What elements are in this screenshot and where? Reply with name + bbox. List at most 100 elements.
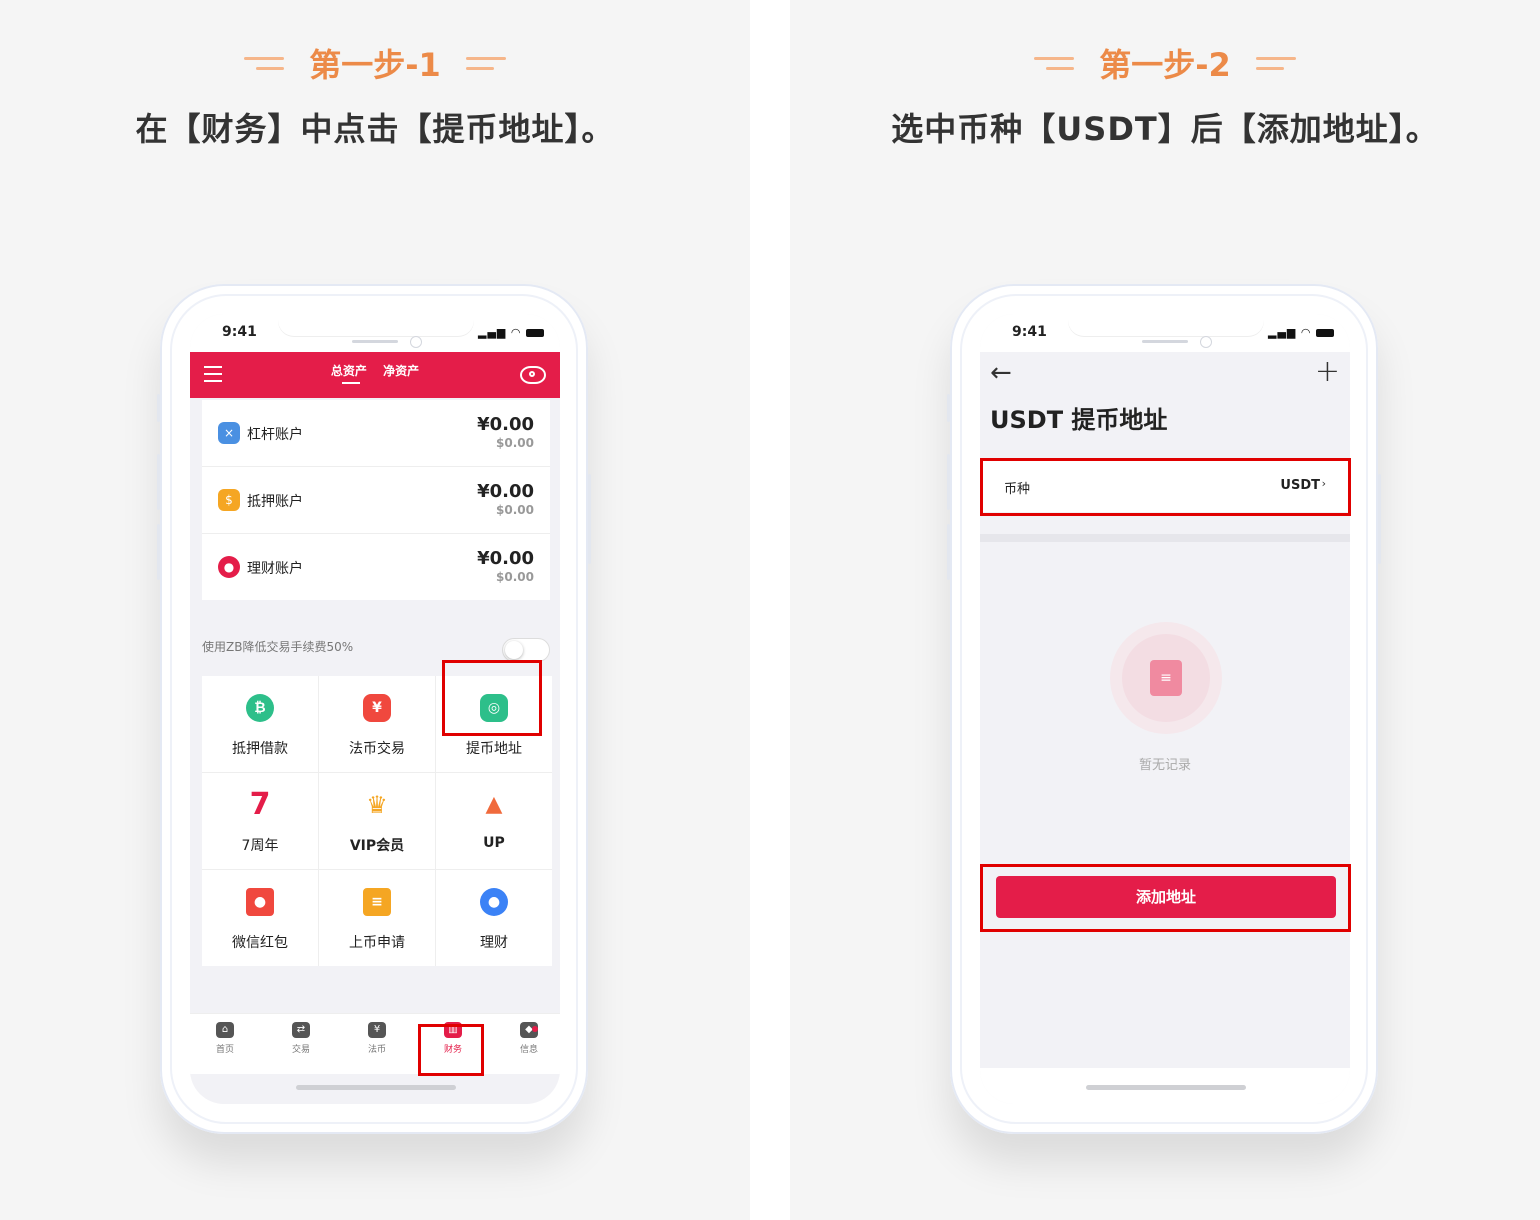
grid-item-label: 提币地址 xyxy=(466,741,522,757)
piggy-bank-icon: ● xyxy=(218,556,240,578)
grid-item-vip[interactable]: ♛ VIP会员 xyxy=(319,773,435,869)
empty-state-illustration: ≡ xyxy=(1110,622,1222,734)
highlight-finance-tab xyxy=(418,1024,484,1076)
highlight-withdraw-address xyxy=(442,660,542,736)
red-packet-icon: ● xyxy=(246,888,274,916)
bottom-tab-bar: ⌂ 首页 ⇄ 交易 ¥ 法币 ▥ 财务 ◆ 信息 xyxy=(190,1013,560,1074)
account-cny: ¥0.00 xyxy=(477,414,534,435)
anniversary-icon: 7 xyxy=(249,787,271,822)
highlight-coin-row xyxy=(980,458,1351,516)
decor-lines-icon xyxy=(465,51,506,75)
tab-label: 首页 xyxy=(215,1045,234,1055)
tab-underline xyxy=(342,382,360,384)
signal-wifi-battery-icon: ▂▄▆ ◠ xyxy=(478,326,544,339)
nav-header: ← + USDT 提币地址 xyxy=(980,352,1350,452)
grid-item-label: 理财 xyxy=(480,935,508,951)
tab-info[interactable]: ◆ 信息 xyxy=(504,1022,554,1055)
section-divider xyxy=(980,534,1350,542)
phone-side-button xyxy=(947,454,950,510)
grid-item-wealth[interactable]: ● 理财 xyxy=(436,870,552,966)
tab-trade[interactable]: ⇄ 交易 xyxy=(276,1022,326,1055)
grid-item-up[interactable]: ▲ UP xyxy=(436,773,552,869)
vip-crown-icon: ♛ xyxy=(366,791,388,819)
collateral-icon: $ xyxy=(218,489,240,511)
step1-header: 第一步-1 xyxy=(0,40,750,90)
step2-title: 第一步-2 xyxy=(1099,46,1231,84)
grid-item-label: 7周年 xyxy=(241,838,279,854)
tab-home[interactable]: ⌂ 首页 xyxy=(200,1022,250,1055)
account-row-collateral[interactable]: $ 抵押账户 ¥0.00 $0.00 xyxy=(202,467,550,534)
assets-header-bar: 总资产 净资产 xyxy=(190,352,560,398)
status-time: 9:41 xyxy=(1012,324,1047,340)
phone-side-button xyxy=(157,524,160,580)
grid-item-label: 上币申请 xyxy=(349,935,405,951)
tab-net-assets[interactable]: 净资产 xyxy=(383,364,419,378)
step1-title: 第一步-1 xyxy=(309,46,441,84)
step2-header: 第一步-2 xyxy=(790,40,1540,90)
account-cny: ¥0.00 xyxy=(477,548,534,569)
phone-side-button xyxy=(157,454,160,510)
trade-icon: ⇄ xyxy=(292,1022,310,1038)
grid-item-loan[interactable]: ₿ 抵押借款 xyxy=(202,676,318,772)
zb-fee-text: 使用ZB降低交易手续费50% xyxy=(202,640,354,654)
home-icon: ⌂ xyxy=(216,1022,234,1038)
camera xyxy=(1200,336,1212,348)
speaker xyxy=(352,340,398,343)
signal-wifi-battery-icon: ▂▄▆ ◠ xyxy=(1268,326,1334,339)
highlight-add-address xyxy=(980,864,1351,932)
grid-item-label: 法币交易 xyxy=(349,741,405,757)
grid-item-label: UP xyxy=(483,835,505,851)
grid-item-fiat-trade[interactable]: ¥ 法币交易 xyxy=(319,676,435,772)
phone-side-button xyxy=(588,474,591,564)
step1-description: 在【财务】中点击【提币地址】。 xyxy=(135,110,615,148)
grid-item-listing-apply[interactable]: ≡ 上币申请 xyxy=(319,870,435,966)
step1-panel: 第一步-1 在【财务】中点击【提币地址】。 9:41 ▂▄▆ ◠ 总资产 净资产 xyxy=(0,0,750,1220)
account-list: × 杠杆账户 ¥0.00 $0.00 $ 抵押账户 ¥0.00 $0.00 ● … xyxy=(202,400,550,600)
fiat-icon: ¥ xyxy=(368,1022,386,1038)
notch xyxy=(1068,314,1264,336)
phone-side-button xyxy=(947,524,950,580)
zb-fee-row: 使用ZB降低交易手续费50% xyxy=(202,638,550,662)
listing-apply-icon: ≡ xyxy=(363,888,391,916)
account-name: 理财账户 xyxy=(247,561,303,577)
account-usd: $0.00 xyxy=(496,503,534,517)
grid-item-label: VIP会员 xyxy=(349,838,405,854)
tab-total-assets[interactable]: 总资产 xyxy=(331,364,367,378)
zb-fee-toggle[interactable] xyxy=(502,638,550,662)
grid-item-anniversary[interactable]: 7 7周年 xyxy=(202,773,318,869)
camera xyxy=(410,336,422,348)
phone-mockup-2: 9:41 ▂▄▆ ◠ ← + USDT 提币地址 币种 USDT › ≡ 暂无记… xyxy=(947,284,1381,1134)
notification-dot xyxy=(532,1026,538,1032)
tab-label: 交易 xyxy=(291,1045,310,1055)
leverage-icon: × xyxy=(218,422,240,444)
tab-fiat[interactable]: ¥ 法币 xyxy=(352,1022,402,1055)
page-title: USDT 提币地址 xyxy=(990,406,1168,434)
home-indicator xyxy=(296,1085,456,1090)
decor-lines-icon xyxy=(1034,51,1075,75)
tab-label: 信息 xyxy=(519,1045,538,1055)
plus-icon[interactable]: + xyxy=(1315,354,1340,389)
account-usd: $0.00 xyxy=(496,570,534,584)
wealth-icon: ● xyxy=(480,888,508,916)
home-indicator xyxy=(1086,1085,1246,1090)
account-row-leverage[interactable]: × 杠杆账户 ¥0.00 $0.00 xyxy=(202,400,550,467)
grid-item-label: 微信红包 xyxy=(232,935,288,951)
step2-description: 选中币种【USDT】后【添加地址】。 xyxy=(891,110,1439,148)
eye-icon[interactable] xyxy=(520,366,546,384)
phone-screen: 9:41 ▂▄▆ ◠ ← + USDT 提币地址 币种 USDT › ≡ 暂无记… xyxy=(980,314,1350,1104)
account-row-wealth[interactable]: ● 理财账户 ¥0.00 $0.00 xyxy=(202,534,550,600)
status-time: 9:41 xyxy=(222,324,257,340)
grid-item-red-packet[interactable]: ● 微信红包 xyxy=(202,870,318,966)
step2-panel: 第一步-2 选中币种【USDT】后【添加地址】。 9:41 ▂▄▆ ◠ ← + … xyxy=(790,0,1540,1220)
loan-icon: ₿ xyxy=(246,694,274,722)
fiat-trade-icon: ¥ xyxy=(363,694,391,722)
rocket-icon: ▲ xyxy=(485,792,503,817)
tab-label: 法币 xyxy=(367,1045,386,1055)
back-arrow-icon[interactable]: ← xyxy=(990,358,1012,388)
account-cny: ¥0.00 xyxy=(477,481,534,502)
account-name: 抵押账户 xyxy=(247,494,303,510)
decor-lines-icon xyxy=(244,51,285,75)
empty-state-circle: ≡ xyxy=(1122,634,1210,722)
speaker xyxy=(1142,340,1188,343)
account-name: 杠杆账户 xyxy=(247,427,303,443)
